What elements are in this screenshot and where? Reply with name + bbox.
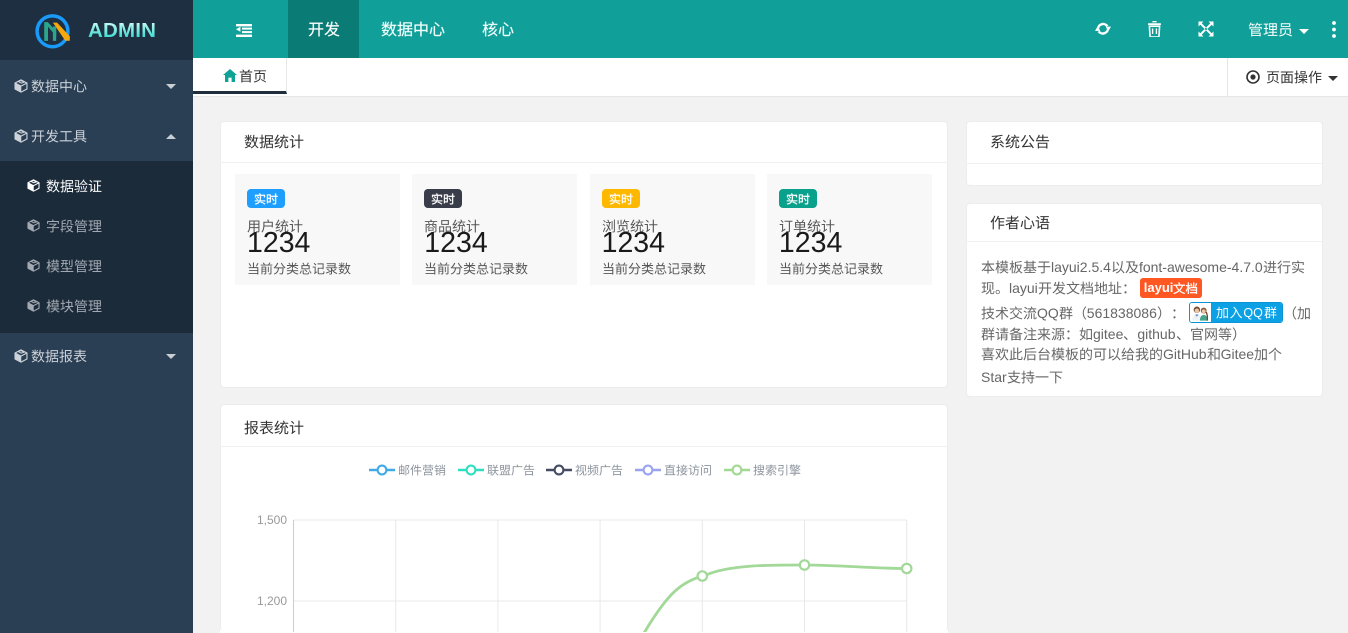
- svg-text:1,200: 1,200: [257, 594, 287, 608]
- svg-text:1,500: 1,500: [257, 513, 287, 527]
